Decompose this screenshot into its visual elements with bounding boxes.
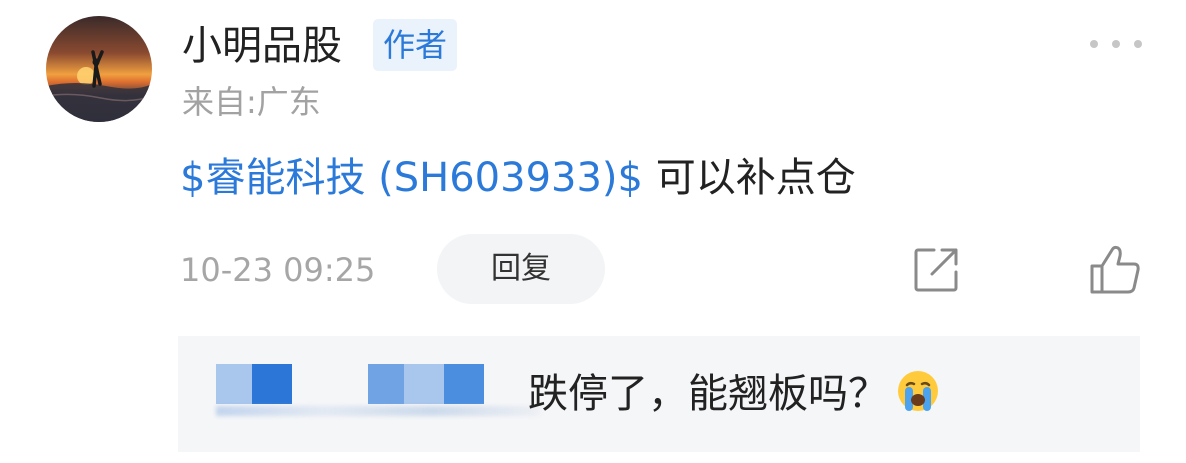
author-avatar[interactable] [46, 16, 152, 122]
reply-text: 跌停了，能翘板吗？ [528, 371, 888, 417]
more-dots-icon [1112, 40, 1120, 48]
replier-name-blurred [216, 364, 540, 418]
post-timestamp: 10-23 09:25 [180, 251, 376, 289]
reply-button[interactable]: 回复 [437, 234, 605, 304]
reply-preview[interactable]: 跌停了，能翘板吗？ [178, 336, 1140, 452]
stock-tag-link[interactable]: $睿能科技 (SH603933)$ [180, 155, 643, 201]
more-dots-icon [1090, 40, 1098, 48]
share-icon [914, 248, 958, 292]
author-badge: 作者 [373, 19, 457, 71]
like-button[interactable] [1088, 244, 1142, 296]
author-name[interactable]: 小明品股 [182, 18, 342, 74]
author-location: 来自:广东 [182, 83, 321, 121]
share-button[interactable] [912, 246, 960, 294]
more-options-button[interactable] [1090, 32, 1142, 56]
crying-face-icon [898, 371, 938, 411]
more-dots-icon [1134, 40, 1142, 48]
post-content: $睿能科技 (SH603933)$ 可以补点仓 [180, 150, 856, 206]
reply-content: 跌停了，能翘板吗？ [528, 366, 940, 422]
thumbs-up-icon [1090, 245, 1140, 294]
post-text: 可以补点仓 [655, 155, 856, 201]
